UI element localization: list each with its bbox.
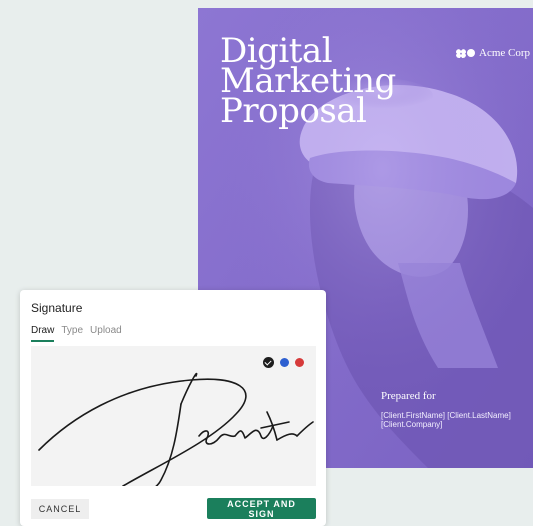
acme-logo-icon <box>456 48 475 58</box>
pen-color-red[interactable] <box>295 358 304 367</box>
proposal-title: Digital Marketing Proposal <box>220 34 396 128</box>
tab-type[interactable]: Type <box>61 325 83 342</box>
signature-tabs: Draw Type Upload <box>31 325 122 342</box>
signature-pad[interactable] <box>31 346 316 486</box>
prepared-for-label: Prepared for <box>381 390 436 402</box>
accept-and-sign-button[interactable]: ACCEPT AND SIGN <box>207 498 316 519</box>
brand-name: Acme Corp <box>479 47 531 59</box>
client-company: [Client.Company] <box>381 420 443 429</box>
pen-color-black[interactable] <box>263 357 274 368</box>
tab-draw[interactable]: Draw <box>31 325 55 342</box>
prepared-for-block: Prepared for [Client.FirstName] [Client.… <box>381 390 511 429</box>
signature-dialog: Signature Draw Type Upload CANCEL ACCEPT… <box>20 290 326 526</box>
pen-color-picker <box>263 357 304 368</box>
client-name: [Client.FirstName] [Client.LastName] <box>381 411 511 420</box>
pen-color-blue[interactable] <box>280 358 289 367</box>
tab-upload[interactable]: Upload <box>90 325 122 342</box>
brand: Acme Corp <box>456 46 530 60</box>
dialog-title: Signature <box>31 301 83 315</box>
cancel-button[interactable]: CANCEL <box>31 499 89 519</box>
